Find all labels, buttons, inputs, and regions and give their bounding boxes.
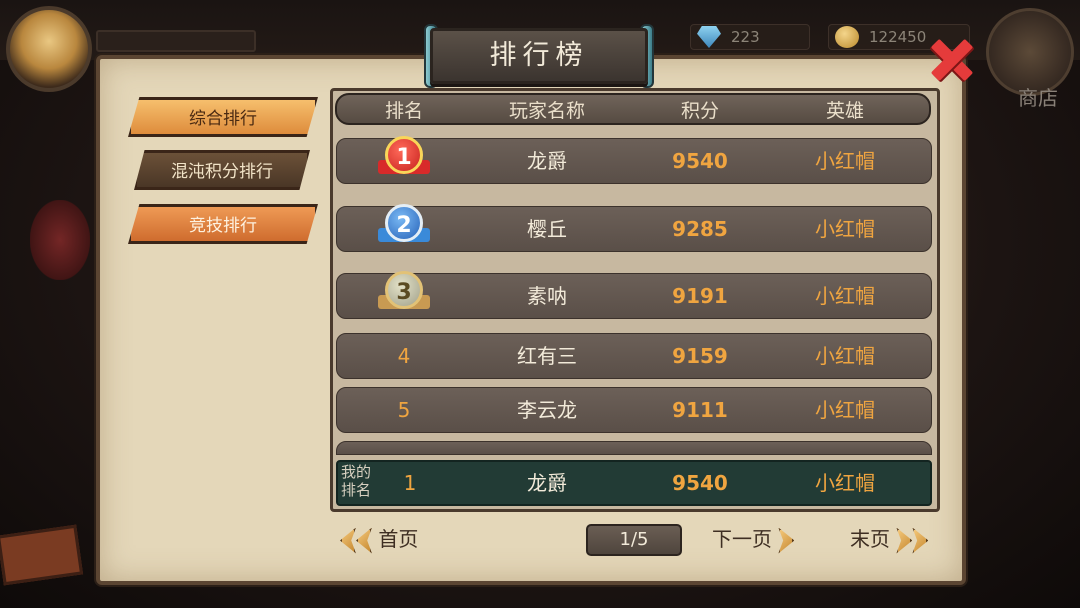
my-ranking-label: 我的排名 <box>340 463 371 499</box>
double-chevron-right-icon <box>896 527 913 554</box>
medal-rank: 3 <box>385 271 423 309</box>
bronze-medal-icon: 3 <box>378 271 430 321</box>
row-player-name: 樱丘 <box>527 217 567 241</box>
row-player-name: 李云龙 <box>517 398 577 422</box>
last-page-label: 末页 <box>850 527 890 551</box>
medal-rank: 1 <box>385 136 423 174</box>
row-score: 9159 <box>672 344 728 368</box>
header-player-name: 玩家名称 <box>508 100 585 122</box>
diamond-counter[interactable]: 223 <box>690 24 810 50</box>
my-score: 9540 <box>672 471 728 495</box>
last-page-button[interactable]: 末页 <box>850 524 929 554</box>
tab-overall-ranking[interactable]: 综合排行 <box>128 97 318 137</box>
next-page-button[interactable]: 下一页 <box>712 524 795 554</box>
row-score: 9540 <box>672 149 728 173</box>
row-player-name: 龙爵 <box>527 149 567 173</box>
gold-medal-icon: 1 <box>378 136 430 186</box>
header-score: 积分 <box>680 100 719 122</box>
close-icon[interactable] <box>924 34 974 84</box>
first-page-label: 首页 <box>378 527 419 551</box>
row-hero: 小红帽 <box>815 398 875 422</box>
moth-decoration-icon <box>30 200 90 280</box>
header-hero: 英雄 <box>825 100 864 122</box>
chevron-right-icon <box>778 527 795 554</box>
double-chevron-left-icon <box>356 527 372 554</box>
shop-label[interactable]: 商店 <box>1018 82 1058 111</box>
row-player-name: 素呐 <box>527 284 567 308</box>
page-indicator: 1/5 <box>586 524 682 556</box>
row-hero: 小红帽 <box>815 149 875 173</box>
row-hero: 小红帽 <box>815 284 875 308</box>
signpost-decoration-icon <box>0 524 84 586</box>
page-title: 排行榜 <box>430 28 648 84</box>
coin-icon <box>835 26 859 48</box>
double-chevron-left-icon <box>340 527 356 554</box>
row-rank: 4 <box>397 344 411 368</box>
header-rank: 排名 <box>384 100 423 122</box>
row-hero: 小红帽 <box>815 344 875 368</box>
my-hero: 小红帽 <box>815 471 875 495</box>
row-score: 9111 <box>672 398 728 422</box>
my-player-name: 龙爵 <box>527 471 567 495</box>
first-page-button[interactable]: 首页 <box>340 524 418 554</box>
tab-chaos-score-ranking[interactable]: 混沌积分排行 <box>134 150 310 190</box>
row-player-name: 红有三 <box>517 344 577 368</box>
diamond-icon <box>697 26 721 48</box>
next-page-label: 下一页 <box>712 527 772 551</box>
diamond-count: 223 <box>731 28 760 46</box>
medal-rank: 2 <box>385 204 423 242</box>
player-avatar[interactable] <box>6 6 92 92</box>
double-chevron-right-icon <box>912 527 929 554</box>
player-level-bar <box>96 30 256 52</box>
table-row-partial <box>336 441 932 455</box>
silver-medal-icon: 2 <box>378 204 430 254</box>
my-rank: 1 <box>403 471 417 495</box>
row-score: 9191 <box>672 284 728 308</box>
coin-count: 122450 <box>869 28 927 46</box>
row-rank: 5 <box>397 398 411 422</box>
tab-arena-ranking[interactable]: 竞技排行 <box>128 204 318 244</box>
row-score: 9285 <box>672 217 728 241</box>
row-hero: 小红帽 <box>815 217 875 241</box>
